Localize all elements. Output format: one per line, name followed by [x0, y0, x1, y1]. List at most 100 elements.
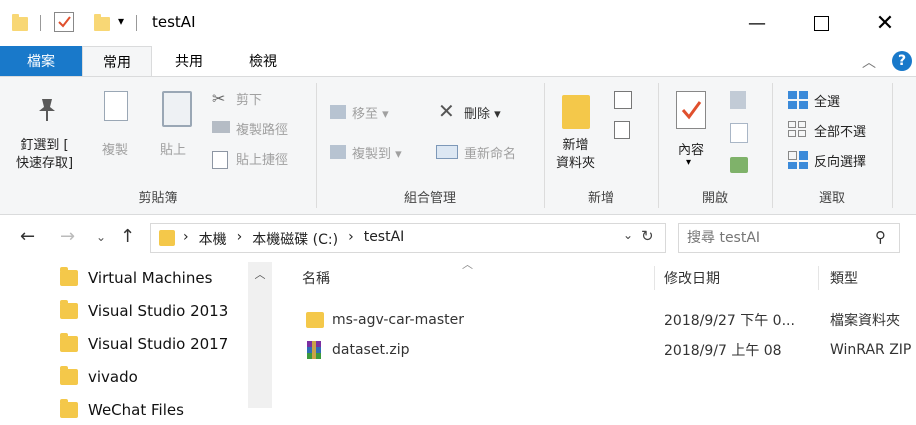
nav-item[interactable]: Virtual Machines	[60, 263, 212, 293]
paste-shortcut-button[interactable]: 貼上捷徑	[236, 149, 288, 168]
breadcrumb-separator-icon: ›	[236, 229, 243, 245]
copy-to-label: 複製到	[352, 147, 392, 162]
breadcrumb: › 本機 › 本機磁碟 (C:) › testAI	[183, 229, 404, 249]
nav-item[interactable]: Visual Studio 2017	[60, 329, 228, 359]
search-box[interactable]: ⚲	[678, 223, 900, 253]
refresh-icon[interactable]: ↻	[641, 227, 654, 245]
open-icon[interactable]	[730, 91, 746, 109]
file-type: 檔案資料夾	[830, 313, 900, 329]
new-folder-icon[interactable]	[94, 14, 110, 31]
file-row[interactable]: dataset.zip 2018/9/7 上午 08 WinRAR ZIP	[298, 335, 916, 365]
cut-button[interactable]: 剪下	[236, 89, 262, 108]
chevron-down-icon: ▾	[686, 157, 692, 168]
column-header-type[interactable]: 類型	[830, 262, 916, 294]
folder-icon	[60, 300, 78, 319]
history-icon[interactable]	[730, 157, 748, 173]
group-label-select: 選取	[818, 191, 845, 206]
maximize-button[interactable]	[798, 0, 844, 46]
group-label-open: 開啟	[701, 191, 728, 206]
column-header-date[interactable]: 修改日期	[664, 262, 814, 294]
breadcrumb-item[interactable]: 本機	[199, 229, 227, 249]
file-date: 2018/9/7 上午 08	[664, 343, 782, 359]
folder-icon	[12, 14, 28, 31]
nav-item[interactable]: WeChat Files	[60, 395, 184, 425]
breadcrumb-item[interactable]: 本機磁碟 (C:)	[252, 229, 338, 249]
search-input[interactable]	[685, 227, 869, 249]
tab-home[interactable]: 常用	[82, 46, 152, 77]
delete-icon: ✕	[438, 99, 455, 123]
paste-button[interactable]: 貼上	[160, 139, 186, 158]
edit-icon[interactable]	[730, 123, 748, 143]
copy-path-icon	[212, 121, 230, 133]
forward-button[interactable]: →	[60, 226, 75, 247]
properties-icon	[676, 91, 706, 129]
rename-button[interactable]: 重新命名	[464, 143, 516, 162]
ribbon: 釘選到 [ 快速存取] 複製 貼上 ✂ 剪下 複製路徑 貼上捷徑 剪貼簿 移至 …	[0, 76, 916, 215]
select-none-icon	[788, 121, 806, 137]
breadcrumb-item[interactable]: testAI	[364, 229, 405, 249]
nav-pane-scrollbar[interactable]: ︿	[248, 262, 272, 408]
paste-icon	[162, 91, 192, 127]
move-to-button[interactable]: 移至 ▾	[352, 103, 389, 122]
address-bar[interactable]: › 本機 › 本機磁碟 (C:) › testAI ⌄ ↻	[150, 223, 666, 253]
window-title: testAI	[152, 13, 196, 31]
search-icon[interactable]: ⚲	[875, 228, 886, 246]
delete-button[interactable]: 刪除 ▾	[464, 103, 501, 122]
copy-to-icon	[330, 145, 346, 159]
scissors-icon: ✂	[212, 89, 226, 108]
folder-icon	[60, 399, 78, 418]
invert-selection-button[interactable]: 反向選擇	[814, 151, 866, 170]
tab-file[interactable]: 檔案	[0, 46, 82, 76]
scroll-up-icon[interactable]: ︿	[248, 262, 272, 282]
tab-view[interactable]: 檢視	[230, 46, 296, 76]
select-all-button[interactable]: 全選	[814, 91, 840, 110]
customize-quick-access-icon[interactable]: ▾	[118, 14, 124, 28]
copy-path-button[interactable]: 複製路徑	[236, 119, 288, 138]
properties-checklist-icon[interactable]	[54, 12, 74, 32]
tab-share[interactable]: 共用	[158, 46, 220, 76]
properties-button[interactable]: 內容	[678, 139, 704, 158]
new-item-icon[interactable]	[614, 91, 632, 109]
copy-to-button[interactable]: 複製到 ▾	[352, 143, 402, 162]
group-label-organize: 組合管理	[403, 191, 456, 206]
paste-shortcut-icon	[212, 151, 228, 169]
back-button[interactable]: ←	[20, 226, 35, 247]
folder-icon	[306, 312, 324, 328]
breadcrumb-separator-icon: ›	[348, 229, 354, 245]
new-folder-label-line2: 資料夾	[556, 156, 596, 171]
copy-icon	[104, 91, 128, 121]
column-divider[interactable]	[818, 266, 819, 290]
group-label-new: 新增	[587, 191, 614, 206]
breadcrumb-separator-icon: ›	[183, 229, 189, 245]
new-folder-button[interactable]: 新增 資料夾	[556, 137, 595, 173]
nav-item-label: WeChat Files	[88, 401, 184, 419]
file-name: dataset.zip	[332, 342, 410, 358]
delete-label: 刪除	[464, 107, 491, 122]
file-type: WinRAR ZIP	[830, 342, 912, 358]
easy-access-icon[interactable]	[614, 121, 630, 139]
select-none-button[interactable]: 全部不選	[814, 121, 866, 140]
column-header-name[interactable]: 名稱	[302, 262, 652, 294]
file-name: ms-agv-car-master	[332, 312, 464, 328]
up-button[interactable]: ↑	[120, 226, 135, 247]
column-divider[interactable]	[654, 266, 655, 290]
invert-selection-icon	[788, 151, 808, 169]
help-icon[interactable]: ?	[892, 51, 912, 71]
maximize-icon	[813, 15, 829, 31]
title-bar: ▾ testAI — ✕	[0, 0, 916, 47]
close-button[interactable]: ✕	[862, 0, 908, 46]
file-row[interactable]: ms-agv-car-master 2018/9/27 下午 0... 檔案資料…	[298, 305, 916, 335]
nav-item-label: Virtual Machines	[88, 269, 213, 287]
recent-locations-icon[interactable]: ⌄	[96, 230, 106, 244]
pin-label-line1: 釘選到 [	[20, 138, 69, 153]
separator	[40, 15, 41, 31]
select-all-icon	[788, 91, 808, 109]
collapse-ribbon-icon[interactable]: ︿	[862, 52, 876, 72]
address-dropdown-icon[interactable]: ⌄	[623, 228, 633, 242]
pin-to-quick-access-button[interactable]: 釘選到 [ 快速存取]	[16, 137, 73, 173]
nav-item[interactable]: Visual Studio 2013	[60, 296, 228, 326]
minimize-button[interactable]: —	[734, 0, 780, 46]
folder-icon	[159, 230, 175, 246]
copy-button[interactable]: 複製	[102, 139, 128, 158]
nav-item[interactable]: vivado	[60, 362, 138, 392]
